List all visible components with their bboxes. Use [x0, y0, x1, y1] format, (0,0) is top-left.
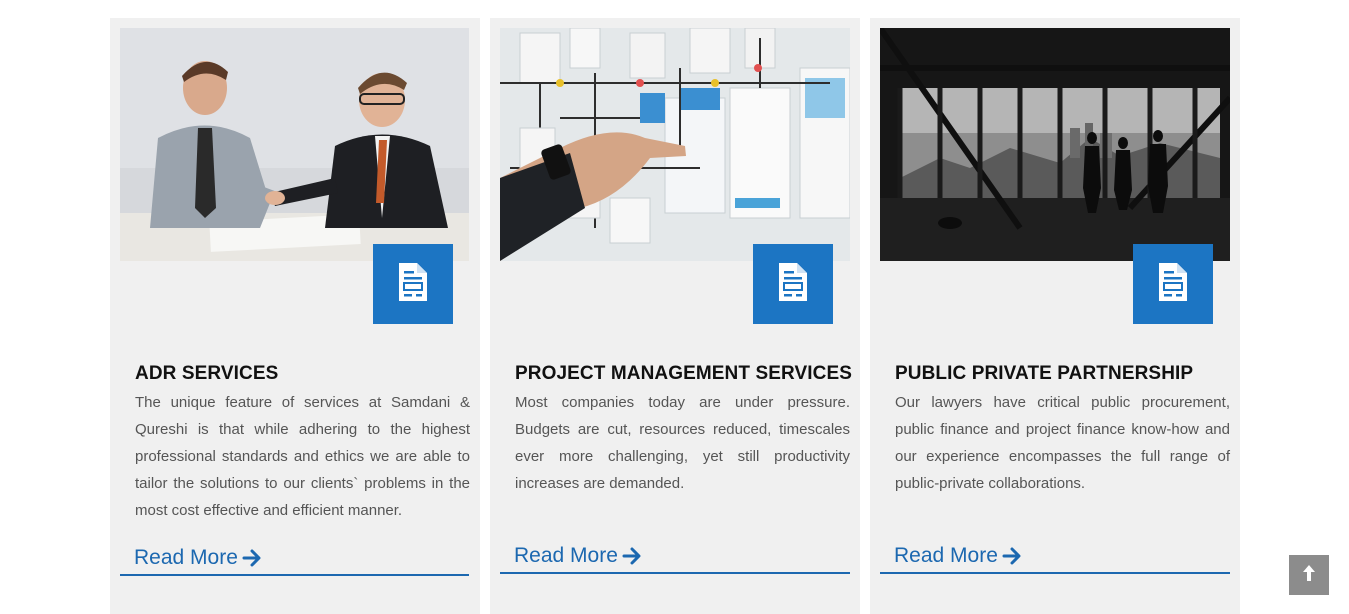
document-badge: [1133, 244, 1213, 324]
scroll-to-top-button[interactable]: [1289, 555, 1329, 595]
read-more-label: Read More: [514, 544, 618, 567]
business-handshake-photo: [120, 28, 469, 261]
service-card-ppp: PUBLIC PRIVATE PARTNERSHIP Our lawyers h…: [870, 18, 1240, 614]
read-more-link[interactable]: Read More: [500, 544, 850, 574]
read-more-label: Read More: [134, 546, 238, 569]
service-card-adr: ADR SERVICES The unique feature of servi…: [110, 18, 480, 614]
read-more-label: Read More: [894, 544, 998, 567]
card-title: PUBLIC PRIVATE PARTNERSHIP: [895, 363, 1194, 384]
document-icon: [777, 261, 809, 308]
card-description: The unique feature of services at Samdan…: [135, 394, 470, 519]
card-description: Most companies today are under pressure.…: [515, 394, 850, 492]
project-board-photo: [500, 28, 850, 261]
read-more-link[interactable]: Read More: [120, 546, 469, 576]
arrow-right-icon: [242, 548, 262, 568]
card-title: PROJECT MANAGEMENT SERVICES: [515, 363, 853, 384]
arrow-right-icon: [1002, 546, 1022, 566]
card-title: ADR SERVICES: [135, 363, 279, 384]
service-card-project-management: PROJECT MANAGEMENT SERVICES Most compani…: [490, 18, 860, 614]
document-badge: [753, 244, 833, 324]
arrow-right-icon: [622, 546, 642, 566]
document-icon: [397, 261, 429, 308]
city-skyline-photo: [880, 28, 1230, 261]
services-cards: ADR SERVICES The unique feature of servi…: [110, 18, 1240, 614]
card-description: Our lawyers have critical public procure…: [895, 394, 1230, 492]
document-badge: [373, 244, 453, 324]
arrow-up-icon: [1301, 563, 1317, 588]
read-more-link[interactable]: Read More: [880, 544, 1230, 574]
document-icon: [1157, 261, 1189, 308]
